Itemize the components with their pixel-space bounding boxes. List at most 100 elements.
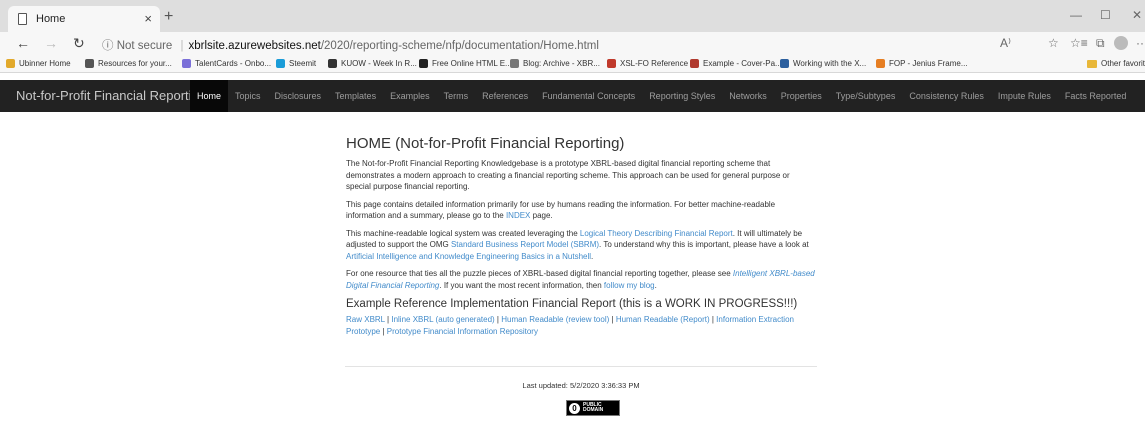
bookmark-icon xyxy=(780,59,789,68)
ai-basics-link[interactable]: Artificial Intelligence and Knowledge En… xyxy=(346,252,591,261)
nav-link-reporting-styles[interactable]: Reporting Styles xyxy=(642,80,722,112)
nav-link-type-subtypes[interactable]: Type/Subtypes xyxy=(829,80,903,112)
nav-link-fundamental-concepts[interactable]: Fundamental Concepts xyxy=(535,80,642,112)
bookmark-item[interactable]: XSL-FO Reference xyxy=(607,59,688,68)
bookmark-label: FOP - Jenius Frame... xyxy=(889,59,968,68)
nav-link-home[interactable]: Home xyxy=(190,80,229,112)
blog-link[interactable]: follow my blog xyxy=(604,281,655,290)
tab-title: Home xyxy=(36,13,66,25)
other-favorites-label: Other favorites xyxy=(1101,59,1145,68)
bookmark-item[interactable]: Working with the X... xyxy=(780,59,866,68)
report-link[interactable]: Prototype Financial Information Reposito… xyxy=(387,327,538,336)
bookmark-item[interactable]: Resources for your... xyxy=(85,59,172,68)
bookmark-icon xyxy=(510,59,519,68)
nav-link-consistency-rules[interactable]: Consistency Rules xyxy=(902,80,991,112)
logical-theory-link[interactable]: Logical Theory Describing Financial Repo… xyxy=(580,229,733,238)
bookmark-label: Blog: Archive - XBR... xyxy=(523,59,600,68)
logical-system-paragraph: This machine-readable logical system was… xyxy=(346,228,816,263)
report-link[interactable]: Human Readable (Report) xyxy=(616,315,710,324)
security-label: Not secure xyxy=(116,40,173,52)
browser-tab[interactable]: Home × xyxy=(8,6,160,32)
bookmark-label: Free Online HTML E... xyxy=(432,59,512,68)
url-field[interactable]: ⓘ Not secure | xbrlsite.azurewebsites.net… xyxy=(102,37,599,53)
divider xyxy=(345,366,817,367)
bookmark-icon xyxy=(328,59,337,68)
bookmark-item[interactable]: Steemit xyxy=(276,59,316,68)
paragraph-text: . xyxy=(591,251,594,261)
paragraph-text: page. xyxy=(530,211,553,220)
window-close-icon[interactable]: ✕ xyxy=(1132,8,1142,22)
index-paragraph: This page contains detailed information … xyxy=(346,199,816,222)
resource-paragraph: For one resource that ties all the puzzl… xyxy=(346,268,816,291)
collections-icon[interactable]: ⧉ xyxy=(1096,36,1105,51)
address-bar: ← → ↻ ⓘ Not secure | xbrlsite.azurewebsit… xyxy=(0,32,1145,56)
bookmark-icon xyxy=(690,59,699,68)
nav-link-examples[interactable]: Examples xyxy=(383,80,437,112)
report-link[interactable]: Human Readable (review tool) xyxy=(501,315,609,324)
paragraph-text: This machine-readable logical system was… xyxy=(346,228,580,238)
url-path: /2020/reporting-scheme/nfp/documentation… xyxy=(320,40,599,52)
report-links: Raw XBRL | Inline XBRL (auto generated) … xyxy=(346,314,816,337)
nav-link-templates[interactable]: Templates xyxy=(328,80,383,112)
bookmark-label: KUOW - Week In R... xyxy=(341,59,417,68)
back-icon[interactable]: ← xyxy=(16,35,30,51)
bookmark-label: Resources for your... xyxy=(98,59,172,68)
bookmark-icon xyxy=(6,59,15,68)
refresh-icon[interactable]: ↻ xyxy=(73,35,85,52)
badge-text: PUBLIC DOMAIN xyxy=(583,403,603,413)
bookmark-item[interactable]: Free Online HTML E... xyxy=(419,59,512,68)
page-title: HOME (Not-for-Profit Financial Reporting… xyxy=(346,135,625,152)
read-aloud-icon[interactable]: A⁾ xyxy=(1000,36,1011,50)
new-tab-icon[interactable]: + xyxy=(164,8,173,26)
bookmark-label: XSL-FO Reference xyxy=(620,59,689,68)
public-domain-icon: 0 xyxy=(569,402,580,414)
nav-link-references[interactable]: References xyxy=(475,80,535,112)
url-host: xbrlsite.azurewebsites.net xyxy=(188,40,321,52)
page-icon xyxy=(18,13,27,25)
bookmark-icon xyxy=(85,59,94,68)
bookmark-item[interactable]: Ubinner Home xyxy=(6,59,71,68)
bookmark-label: Ubinner Home xyxy=(19,59,71,68)
maximize-icon[interactable]: ☐ xyxy=(1100,8,1111,22)
public-domain-badge[interactable]: 0 PUBLIC DOMAIN xyxy=(566,400,620,416)
bookmark-item[interactable]: Example - Cover-Pa... xyxy=(690,59,782,68)
nav-link-terms[interactable]: Terms xyxy=(437,80,476,112)
paragraph-text: For one resource that ties all the puzzl… xyxy=(346,269,733,278)
section-heading: Example Reference Implementation Financi… xyxy=(346,298,798,310)
report-link[interactable]: Raw XBRL xyxy=(346,315,385,324)
site-brand[interactable]: Not-for-Profit Financial Reporting xyxy=(16,88,206,103)
security-info-icon[interactable]: ⓘ xyxy=(102,40,114,52)
nav-link-disclosures[interactable]: Disclosures xyxy=(268,80,329,112)
minimize-icon[interactable]: — xyxy=(1070,8,1082,22)
bookmark-label: Steemit xyxy=(289,59,317,68)
bookmark-label: TalentCards - Onbo... xyxy=(195,59,272,68)
nav-link-facts-reported[interactable]: Facts Reported xyxy=(1058,80,1134,112)
last-updated: Last updated: 5/2/2020 3:36:33 PM xyxy=(522,381,640,390)
bookmark-icon xyxy=(607,59,616,68)
forward-icon[interactable]: → xyxy=(44,35,58,51)
nav-link-properties[interactable]: Properties xyxy=(774,80,829,112)
nav-link-networks[interactable]: Networks xyxy=(722,80,774,112)
other-favorites[interactable]: Other favorites xyxy=(1087,59,1145,68)
bookmark-item[interactable]: TalentCards - Onbo... xyxy=(182,59,271,68)
bookmark-item[interactable]: KUOW - Week In R... xyxy=(328,59,417,68)
bookmark-icon xyxy=(876,59,885,68)
main-content: HOME (Not-for-Profit Financial Reporting… xyxy=(346,135,816,343)
profile-avatar[interactable] xyxy=(1114,36,1128,50)
nav-link-impute-rules[interactable]: Impute Rules xyxy=(991,80,1058,112)
more-icon[interactable]: ··· xyxy=(1136,36,1145,50)
close-tab-icon[interactable]: × xyxy=(144,11,152,26)
badge-line: DOMAIN xyxy=(583,407,604,413)
nav-link-topics[interactable]: Topics xyxy=(228,80,268,112)
bookmark-item[interactable]: FOP - Jenius Frame... xyxy=(876,59,968,68)
favorite-star-icon[interactable]: ☆ xyxy=(1048,36,1059,50)
sbrm-link[interactable]: Standard Business Report Model (SBRM) xyxy=(451,240,599,249)
site-nav-links: Home Topics Disclosures Templates Examples Te… xyxy=(190,80,1133,112)
index-link[interactable]: INDEX xyxy=(506,211,530,220)
report-link[interactable]: Inline XBRL (auto generated) xyxy=(391,315,494,324)
bookmark-icon xyxy=(182,59,191,68)
favorites-bar-icon[interactable]: ☆≡ xyxy=(1070,36,1088,50)
bookmarks-bar: Ubinner Home Resources for your... Talen… xyxy=(0,56,1145,73)
bookmark-item[interactable]: Blog: Archive - XBR... xyxy=(510,59,600,68)
paragraph-text: . xyxy=(654,280,657,290)
